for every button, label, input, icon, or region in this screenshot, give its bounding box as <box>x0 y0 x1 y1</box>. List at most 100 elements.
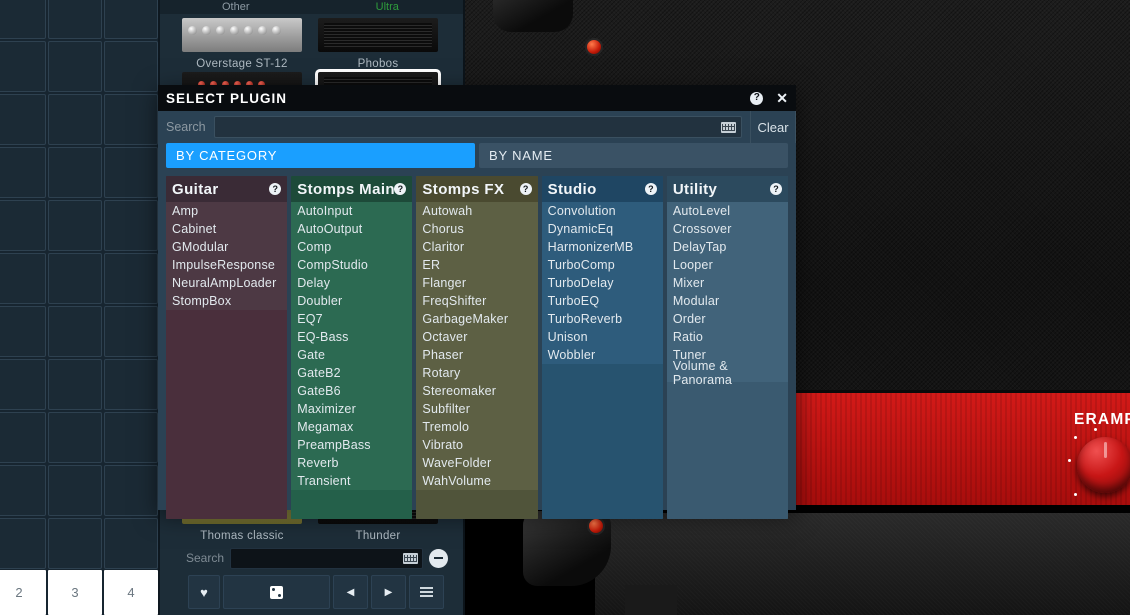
slot-cell[interactable] <box>104 41 158 92</box>
slot-cell[interactable] <box>0 147 46 198</box>
slot-cell[interactable] <box>48 94 102 145</box>
list-item[interactable]: Order <box>666 310 789 328</box>
slot-cell[interactable] <box>0 41 46 92</box>
list-item[interactable]: Looper <box>666 256 789 274</box>
next-preset-button[interactable]: ▶ <box>371 575 406 609</box>
list-item[interactable]: WaveFolder <box>416 454 538 472</box>
list-item[interactable]: Cabinet <box>166 220 288 238</box>
slot-cell[interactable] <box>48 306 102 357</box>
list-item[interactable]: Tremolo <box>416 418 538 436</box>
slot-cell[interactable] <box>104 518 158 569</box>
list-item[interactable]: Unison <box>541 328 663 346</box>
slot-cell[interactable] <box>104 359 158 410</box>
favorite-button[interactable]: ♥ <box>188 575 220 609</box>
search-input[interactable] <box>213 116 742 138</box>
list-item[interactable]: Delay <box>291 274 413 292</box>
list-item[interactable]: Ratio <box>666 328 789 346</box>
list-item[interactable]: GarbageMaker <box>416 310 538 328</box>
page-button-3[interactable]: 3 <box>48 570 102 615</box>
list-item[interactable]: Doubler <box>291 292 413 310</box>
list-item[interactable]: Maximizer <box>291 400 413 418</box>
list-item[interactable]: ImpulseResponse <box>166 256 288 274</box>
list-item[interactable]: Rotary <box>416 364 538 382</box>
browser-tab-ultra[interactable]: Ultra <box>312 1 464 13</box>
slot-cell[interactable] <box>0 253 46 304</box>
plugin-list-stomps-fx[interactable]: Autowah Chorus Claritor ER Flanger FreqS… <box>416 202 538 519</box>
slot-cell[interactable] <box>104 412 158 463</box>
collapse-icon[interactable] <box>429 548 448 568</box>
list-item[interactable]: Mixer <box>666 274 789 292</box>
list-item[interactable]: TurboReverb <box>541 310 663 328</box>
help-icon[interactable]: ? <box>269 183 282 195</box>
browser-thumb-overstage[interactable]: Overstage ST-12 <box>182 18 302 70</box>
keyboard-icon[interactable] <box>721 122 736 133</box>
slot-cell[interactable] <box>48 359 102 410</box>
slot-cell[interactable] <box>48 518 102 569</box>
previous-preset-button[interactable]: ◀ <box>333 575 368 609</box>
list-item[interactable]: Megamax <box>291 418 413 436</box>
list-item[interactable]: Octaver <box>416 328 538 346</box>
list-item[interactable]: TurboDelay <box>541 274 663 292</box>
list-item[interactable]: DynamicEq <box>541 220 663 238</box>
list-item[interactable]: Gate <box>291 346 413 364</box>
list-item[interactable]: EQ-Bass <box>291 328 413 346</box>
knob-icon[interactable] <box>1068 428 1130 496</box>
browser-search-input[interactable] <box>230 547 423 569</box>
slot-cell[interactable] <box>0 465 46 516</box>
slot-cell[interactable] <box>104 306 158 357</box>
slot-cell[interactable] <box>104 253 158 304</box>
list-item[interactable]: GateB6 <box>291 382 413 400</box>
list-item[interactable]: PreampBass <box>291 436 413 454</box>
list-item[interactable]: Flanger <box>416 274 538 292</box>
slot-cell[interactable] <box>104 147 158 198</box>
keyboard-icon[interactable] <box>403 552 418 564</box>
list-item[interactable]: Comp <box>291 238 413 256</box>
list-item[interactable]: Convolution <box>541 202 663 220</box>
slot-cell[interactable] <box>48 200 102 251</box>
list-item[interactable]: Volume & Panorama <box>666 359 789 387</box>
list-item[interactable]: DelayTap <box>666 238 789 256</box>
help-icon[interactable]: ? <box>750 91 764 105</box>
slot-cell[interactable] <box>0 359 46 410</box>
help-icon[interactable]: ? <box>519 183 532 195</box>
slot-cell[interactable] <box>104 200 158 251</box>
list-item[interactable]: HarmonizerMB <box>541 238 663 256</box>
list-item[interactable]: Transient <box>291 472 413 490</box>
help-icon[interactable]: ? <box>394 183 407 195</box>
slot-cell[interactable] <box>48 41 102 92</box>
random-preset-button[interactable] <box>223 575 330 609</box>
plugin-list-guitar[interactable]: Amp Cabinet GModular ImpulseResponse Neu… <box>166 202 288 519</box>
amp-knob-preamp[interactable]: ERAMP <box>1050 411 1130 496</box>
slot-cell[interactable] <box>0 94 46 145</box>
list-item[interactable]: FreqShifter <box>416 292 538 310</box>
slot-cell[interactable] <box>48 147 102 198</box>
list-item[interactable]: Reverb <box>291 454 413 472</box>
list-item[interactable]: AutoInput <box>291 202 413 220</box>
list-item[interactable]: Wobbler <box>541 346 663 364</box>
slot-cell[interactable] <box>104 0 158 39</box>
tab-by-category[interactable]: BY CATEGORY <box>166 143 475 168</box>
slot-cell[interactable] <box>48 253 102 304</box>
slot-cell[interactable] <box>0 518 46 569</box>
plugin-list-utility[interactable]: AutoLevel Crossover DelayTap Looper Mixe… <box>666 202 789 519</box>
list-item[interactable]: Amp <box>166 202 288 220</box>
list-item[interactable]: Stereomaker <box>416 382 538 400</box>
slot-cell[interactable] <box>48 465 102 516</box>
browser-tab-other[interactable]: Other <box>160 1 312 13</box>
list-item[interactable]: TurboComp <box>541 256 663 274</box>
list-item[interactable]: Chorus <box>416 220 538 238</box>
list-item[interactable]: Claritor <box>416 238 538 256</box>
slot-cell[interactable] <box>104 94 158 145</box>
slot-cell[interactable] <box>0 0 46 39</box>
list-item[interactable]: AutoOutput <box>291 220 413 238</box>
list-item[interactable]: Phaser <box>416 346 538 364</box>
list-item[interactable]: Crossover <box>666 220 789 238</box>
slot-cell[interactable] <box>48 0 102 39</box>
slot-cell[interactable] <box>0 200 46 251</box>
clear-button[interactable]: Clear <box>750 111 796 143</box>
list-item[interactable]: TurboEQ <box>541 292 663 310</box>
list-item[interactable]: NeuralAmpLoader <box>166 274 288 292</box>
list-item[interactable]: AutoLevel <box>666 202 789 220</box>
list-item[interactable]: Subfilter <box>416 400 538 418</box>
page-button-2[interactable]: 2 <box>0 570 46 615</box>
